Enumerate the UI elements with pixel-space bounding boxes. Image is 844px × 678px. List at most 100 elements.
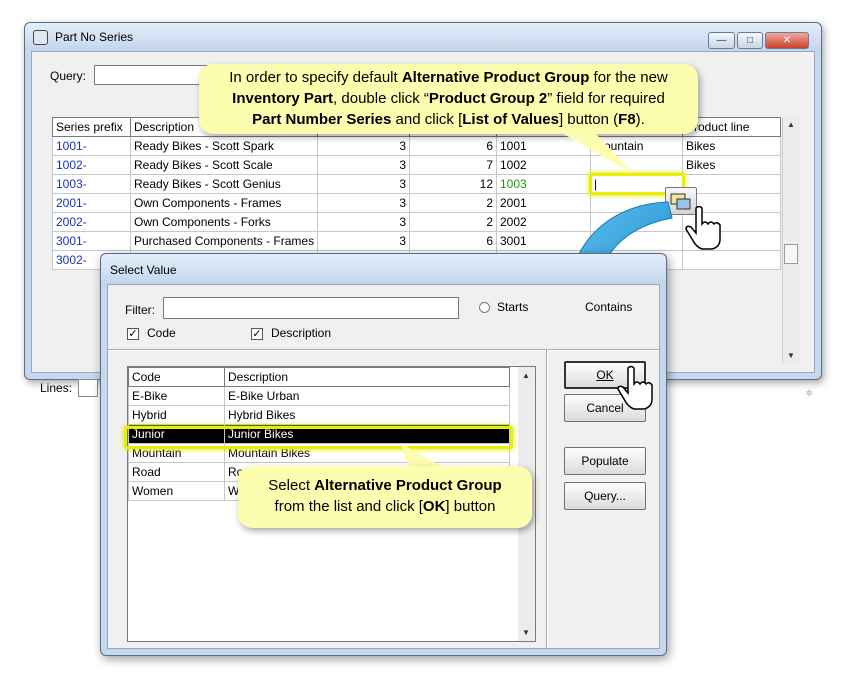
checkbox-code-label: Code [147,326,176,340]
dialog-title-bar[interactable]: Select Value [101,254,666,284]
cell-n2[interactable]: 6 [409,136,497,156]
table-row[interactable]: 1002- Ready Bikes - Scott Scale 3 7 1002… [52,155,781,175]
filter-input[interactable] [163,297,459,319]
callout-top-pointer [560,132,634,174]
list-item-code[interactable]: Women [128,481,225,501]
cell-n2[interactable]: 7 [409,155,497,175]
hand-cursor-icon [685,205,721,250]
list-item[interactable]: E-Bike E-Bike Urban [128,386,510,406]
text-bold: Part Number Series [252,111,392,128]
radio-contains-label: Contains [585,300,633,314]
title-bar[interactable]: Part No Series — □ ✕ [25,23,821,51]
query-input[interactable] [94,65,214,85]
cell-n1[interactable]: 3 [317,136,410,156]
scroll-down-icon[interactable]: ▼ [787,351,795,360]
query-button-label: Query... [584,489,626,503]
cell-n2[interactable]: 6 [409,231,497,251]
ok-hand-cursor-icon [617,365,653,410]
text: Select [268,477,315,494]
list-scroll-up-icon[interactable]: ▲ [522,371,530,380]
cell-description[interactable]: Ready Bikes - Scott Spark [130,136,318,156]
text: , double click “ [333,90,429,107]
list-scroll-down-icon[interactable]: ▼ [522,628,530,637]
cell-n1[interactable]: 3 [317,155,410,175]
cell-n1[interactable]: 3 [317,193,410,213]
cell-n1[interactable]: 3 [317,212,410,232]
cell-n2[interactable]: 2 [409,193,497,213]
cell-n2[interactable]: 12 [409,174,497,194]
table-row[interactable]: 1001- Ready Bikes - Scott Spark 3 6 1001… [52,136,781,156]
cell-prefix[interactable]: 3001- [52,231,131,251]
window-title: Part No Series [55,30,134,44]
cell-description[interactable]: Own Components - Frames [130,193,318,213]
lines-count-field [78,379,98,397]
populate-button-label: Populate [581,454,629,468]
callout-top-line-3: Part Number Series and click [List of Va… [199,109,698,130]
resize-grip-icon[interactable]: ≑ [805,388,813,399]
list-item-description[interactable]: Hybrid Bikes [224,405,510,425]
scroll-up-icon[interactable]: ▲ [787,120,795,129]
text: ” field for required [547,90,665,107]
cell-product-line[interactable] [682,174,781,194]
cell-description[interactable]: Ready Bikes - Scott Genius [130,174,318,194]
radio-starts[interactable] [479,302,490,313]
radio-starts-label: Starts [497,300,529,314]
text-bold: Inventory Part [232,90,334,107]
populate-button[interactable]: Populate [564,447,646,475]
cell-prefix[interactable]: 2002- [52,212,131,232]
lines-label: Lines: [40,381,73,395]
select-value-dialog: Select Value Filter: Starts Contains ✓ C… [100,253,667,656]
cell-product-line[interactable]: Bikes [682,155,781,175]
scroll-thumb[interactable] [784,244,798,264]
callout-bottom-line-2: from the list and click [OK] button [238,496,532,517]
cell-product-line[interactable] [682,250,781,270]
query-button[interactable]: Query... [564,482,646,510]
text: and click [ [391,111,463,128]
list-header: Code Description [128,367,510,387]
text-bold: F8 [618,111,636,128]
list-item-code[interactable]: Hybrid [128,405,225,425]
text-bold: Alternative Product Group [314,477,502,494]
cell-description[interactable]: Own Components - Forks [130,212,318,232]
checkbox-description[interactable]: ✓ [251,328,263,340]
text: ). [635,111,645,128]
cell-prefix[interactable]: 1001- [52,136,131,156]
text: In order to specify default [229,69,402,86]
cell-description[interactable]: Purchased Components - Frames [130,231,318,251]
list-item-code[interactable]: Road [128,462,225,482]
cell-n2[interactable]: 2 [409,212,497,232]
filter-label: Filter: [125,303,155,317]
list-col-description[interactable]: Description [224,367,510,387]
instruction-callout-bottom: Select Alternative Product Group from th… [238,466,532,528]
cell-prefix[interactable]: 1002- [52,155,131,175]
close-button[interactable]: ✕ [765,32,809,49]
list-col-code[interactable]: Code [128,367,225,387]
cell-description[interactable]: Ready Bikes - Scott Scale [130,155,318,175]
app-icon [33,30,48,45]
cell-n1[interactable]: 3 [317,231,410,251]
cell-product-line[interactable]: Bikes [682,136,781,156]
cell-prefix[interactable]: 2001- [52,193,131,213]
list-item-description[interactable]: E-Bike Urban [224,386,510,406]
text: ] button ( [558,111,619,128]
list-item-code[interactable]: E-Bike [128,386,225,406]
list-item[interactable]: Hybrid Hybrid Bikes [128,405,510,425]
maximize-button[interactable]: □ [737,32,763,49]
dialog-vertical-separator [546,349,548,648]
ok-button-label: OK [596,368,614,382]
query-label: Query: [50,69,87,83]
cell-n1[interactable]: 3 [317,174,410,194]
cell-prefix[interactable]: 1003- [52,174,131,194]
text: for the new [589,69,668,86]
text-bold: List of Values [462,111,559,128]
grid-scrollbar[interactable]: ▲ ▼ [782,117,800,363]
text-bold: Alternative Product Group [401,69,590,86]
text-bold: Product Group 2 [428,90,548,107]
minimize-button[interactable]: — [708,32,735,49]
col-series-prefix[interactable]: Series prefix [52,117,131,137]
checkbox-code[interactable]: ✓ [127,328,139,340]
dialog-title: Select Value [110,263,177,277]
callout-top-line-1: In order to specify default Alternative … [199,67,698,88]
text-bold: OK [422,498,446,515]
instruction-callout-top: In order to specify default Alternative … [199,64,698,134]
